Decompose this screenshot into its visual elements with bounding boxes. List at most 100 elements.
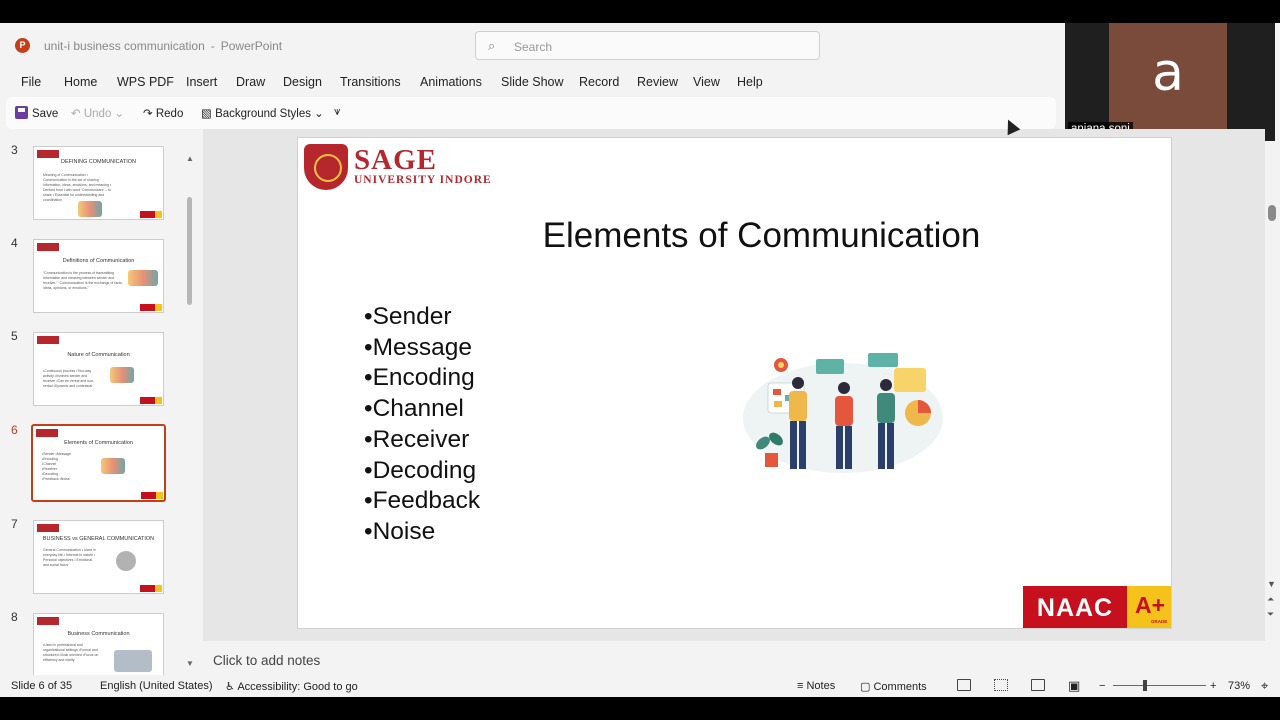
scroll-down-arrow-icon[interactable]: ▼	[1267, 579, 1276, 589]
scroll-down-icon[interactable]: ▼	[186, 659, 194, 668]
thumbnail-number: 8	[11, 610, 18, 624]
background-styles-label: Background Styles	[215, 108, 311, 120]
thumbnail-logo	[37, 617, 59, 625]
zoom-slider[interactable]	[1113, 685, 1206, 686]
thumbnail-naac-badge	[140, 397, 162, 404]
thumbnail-naac-badge	[140, 585, 162, 592]
slide-6[interactable]: SAGE UNIVERSITY INDORE Elements of Commu…	[297, 137, 1172, 629]
tab-file[interactable]: File	[21, 75, 41, 89]
bullet-item: Receiver	[364, 425, 480, 456]
tab-wps-pdf[interactable]: WPS PDF	[117, 75, 174, 89]
thumbnail-preview-selected[interactable]: Elements of Communication •Sender •Messa…	[31, 424, 166, 502]
fit-to-window-icon[interactable]: ⌖	[1261, 678, 1268, 694]
thumbnail-body: •Sender •Message •Encoding •Channel •Rec…	[42, 452, 71, 481]
undo-button[interactable]: ↶ Undo ⌄	[71, 106, 124, 120]
thumbnail-logo	[37, 243, 59, 251]
thumbnail-title: Business Communication	[67, 631, 130, 637]
tab-transitions[interactable]: Transitions	[340, 75, 401, 89]
thumbnail-image	[101, 458, 125, 474]
bullet-item: Feedback	[364, 486, 481, 517]
thumbnail-preview[interactable]: Definitions of Communication "Communicat…	[33, 239, 164, 313]
naac-text: NAAC	[1023, 586, 1127, 628]
comment-icon: ▢	[860, 681, 871, 693]
thumbnail-logo	[37, 524, 59, 532]
reading-view-icon[interactable]	[1031, 679, 1045, 691]
comments-label: Comments	[873, 681, 927, 693]
previous-slide-icon[interactable]: ⏶	[1267, 594, 1274, 605]
slide-title[interactable]: Elements of Communication	[298, 216, 1171, 256]
bullet-item: Channel	[364, 394, 480, 425]
title-separator: -	[210, 39, 215, 53]
ribbon-tabs: File Home WPS PDF Insert Draw Design Tra…	[0, 68, 1060, 96]
thumbnail-title: Elements of Communication	[64, 440, 133, 446]
slideshow-view-icon[interactable]: ▣	[1068, 678, 1080, 694]
powerpoint-window: P unit-i business communication - PowerPoi…	[0, 23, 1280, 697]
customize-toolbar-icon[interactable]: ⩛	[334, 106, 341, 119]
thumbnail-preview[interactable]: Nature of Communication •Continuous proc…	[33, 332, 164, 406]
thumbnail-number: 4	[11, 236, 18, 250]
next-slide-icon[interactable]: ⏷	[1267, 609, 1274, 620]
background-styles-icon: ▧	[201, 108, 212, 120]
tab-home[interactable]: Home	[64, 75, 97, 89]
accessibility-status[interactable]: ♿ Accessibility: Good to go	[225, 680, 358, 693]
thumbnails-scrollbar[interactable]	[187, 197, 192, 305]
thumbnail-body: Meaning of Communication • Communication…	[43, 173, 112, 202]
zoom-slider-handle[interactable]	[1143, 680, 1147, 691]
people-communicating-illustration[interactable]	[738, 343, 948, 478]
naac-grade-label: GRADE	[1151, 619, 1168, 624]
thumbnail-title: Definitions of Communication	[62, 258, 135, 264]
tab-view[interactable]: View	[693, 75, 720, 89]
thumbnail-image	[128, 270, 158, 286]
notes-button[interactable]: ≡ Notes	[797, 680, 835, 692]
slide-sorter-view-icon[interactable]	[994, 679, 1008, 691]
tab-animations[interactable]: Animations	[420, 75, 482, 89]
chevron-down-icon: ⌄	[314, 108, 324, 120]
thumbnail-image	[78, 201, 102, 217]
bullet-item: Decoding	[364, 456, 480, 487]
participant-initial: a	[1152, 43, 1184, 103]
notes-icon: ≡	[797, 680, 804, 692]
thumbnail-logo	[36, 429, 58, 437]
comments-button[interactable]: ▢ Comments	[860, 680, 927, 693]
redo-button[interactable]: ↷ Redo	[143, 106, 183, 120]
notes-placeholder[interactable]: Click to add notes	[213, 653, 320, 668]
undo-label: Undo	[83, 108, 112, 120]
thumbnail-image	[110, 367, 134, 383]
zoom-in-icon[interactable]: +	[1210, 680, 1216, 692]
thumbnail-number: 6	[11, 423, 18, 437]
accessibility-icon: ♿	[225, 681, 235, 693]
tab-slide-show[interactable]: Slide Show	[501, 75, 564, 89]
zoom-out-icon[interactable]: −	[1099, 680, 1105, 692]
thumbnail-naac-badge	[140, 211, 162, 218]
vertical-scrollbar[interactable]	[1268, 205, 1276, 221]
thumbnail-body: "Communication is the process of transmi…	[43, 271, 123, 290]
tab-insert[interactable]: Insert	[186, 75, 217, 89]
tab-help[interactable]: Help	[737, 75, 763, 89]
undo-dropdown-icon: ⌄	[114, 108, 125, 120]
bullet-item: Noise	[364, 517, 480, 548]
window-title: unit-i business communication - PowerPoint	[44, 39, 282, 53]
scroll-up-icon[interactable]: ▲	[186, 154, 194, 163]
zoom-level[interactable]: 73%	[1228, 680, 1250, 692]
language-indicator[interactable]: English (United States)	[100, 680, 213, 692]
tab-review[interactable]: Review	[637, 75, 678, 89]
tab-record[interactable]: Record	[579, 75, 619, 89]
thumbnail-preview[interactable]: BUSINESS vs GENERAL COMMUNICATION Genera…	[33, 520, 164, 594]
thumbnail-preview[interactable]: DEFINING COMMUNICATION Meaning of Commun…	[33, 146, 164, 220]
save-button[interactable]: Save	[15, 106, 58, 120]
search-input[interactable]: ⌕ Search	[475, 31, 820, 60]
bullet-list[interactable]: Sender Message Encoding Channel Receiver…	[364, 302, 481, 548]
sage-logo-subtext: UNIVERSITY INDORE	[354, 174, 492, 186]
sage-logo-text: SAGE	[354, 144, 437, 176]
normal-view-icon[interactable]	[957, 679, 971, 691]
tab-design[interactable]: Design	[283, 75, 322, 89]
document-name: unit-i business communication	[44, 39, 205, 53]
thumbnail-image	[114, 650, 152, 672]
thumbnail-body: •Used in professional and organizational…	[43, 643, 99, 662]
thumbnail-image	[116, 551, 136, 571]
undo-icon: ↶	[71, 108, 81, 120]
tab-draw[interactable]: Draw	[236, 75, 265, 89]
thumbnail-logo	[37, 150, 59, 158]
search-icon: ⌕	[488, 38, 496, 53]
background-styles-button[interactable]: ▧ Background Styles ⌄	[201, 106, 324, 120]
